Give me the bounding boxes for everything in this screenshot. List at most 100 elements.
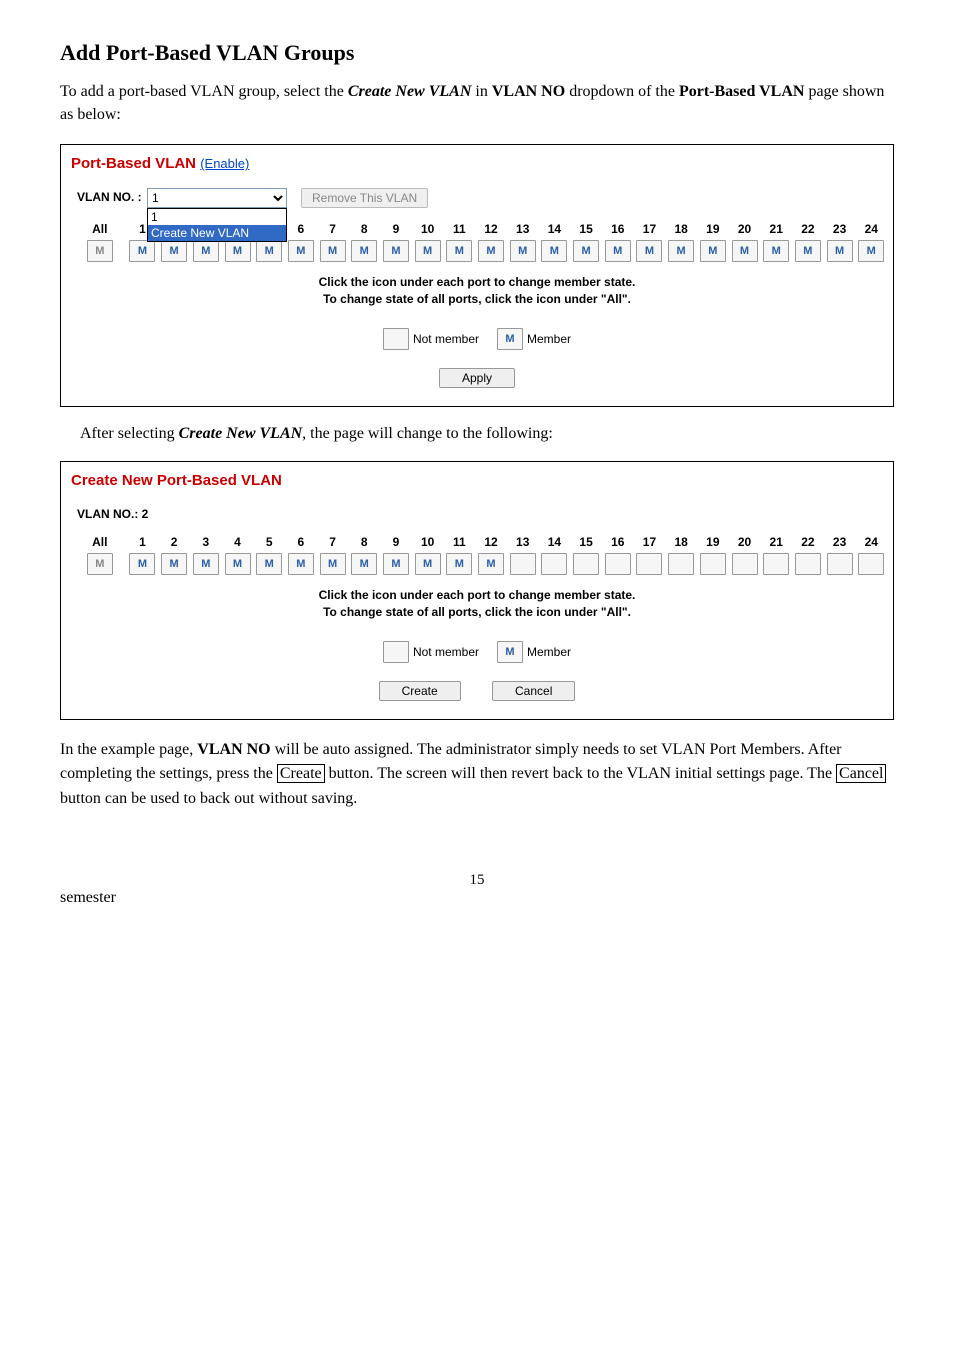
port-toggle[interactable]: M — [351, 553, 377, 575]
port-toggle[interactable]: M — [383, 553, 409, 575]
port-toggle[interactable]: M — [288, 240, 314, 262]
port-header: 20 — [738, 535, 751, 549]
port-toggle[interactable]: M — [541, 240, 567, 262]
port-toggle[interactable]: M — [478, 240, 504, 262]
port-toggle[interactable]: M — [415, 240, 441, 262]
port-toggle[interactable]: M — [320, 553, 346, 575]
port-col: 14 — [541, 535, 569, 575]
port-header: 20 — [738, 222, 751, 236]
cancel-button[interactable]: Cancel — [492, 681, 575, 701]
apply-button[interactable]: Apply — [439, 368, 515, 388]
text: After selecting — [80, 425, 179, 442]
port-toggle-all[interactable]: M — [87, 553, 113, 575]
port-toggle[interactable]: M — [700, 240, 726, 262]
intro-paragraph: To add a port-based VLAN group, select t… — [60, 80, 894, 126]
port-toggle[interactable]: M — [225, 240, 251, 262]
port-col: 23 — [826, 535, 854, 575]
port-toggle[interactable] — [858, 553, 884, 575]
port-header: 8 — [361, 535, 368, 549]
port-toggle[interactable] — [541, 553, 567, 575]
port-toggle[interactable] — [605, 553, 631, 575]
dropdown-option-1[interactable]: 1 — [148, 209, 286, 225]
port-header: 21 — [770, 535, 783, 549]
port-header-all: All — [92, 222, 107, 236]
port-toggle[interactable] — [668, 553, 694, 575]
port-toggle[interactable]: M — [510, 240, 536, 262]
dropdown-option-create[interactable]: Create New VLAN — [148, 225, 286, 241]
port-toggle[interactable]: M — [795, 240, 821, 262]
port-toggle[interactable]: M — [288, 553, 314, 575]
port-toggle[interactable]: M — [161, 553, 187, 575]
port-col: 9M — [382, 535, 410, 575]
port-toggle[interactable] — [636, 553, 662, 575]
port-toggle[interactable]: M — [129, 240, 155, 262]
text: , the page will change to the following: — [302, 425, 553, 442]
legend: M Not member M Member — [69, 328, 885, 350]
port-toggle[interactable]: M — [573, 240, 599, 262]
port-toggle-all[interactable]: M — [87, 240, 113, 262]
panel-title: Port-Based VLAN (Enable) — [71, 155, 885, 172]
port-toggle[interactable]: M — [446, 553, 472, 575]
port-header: 12 — [484, 222, 497, 236]
port-col: 10M — [414, 222, 442, 262]
port-col: 12 M — [477, 222, 505, 262]
port-col: 16 — [604, 535, 632, 575]
port-col: 19 — [699, 535, 727, 575]
section-title: Add Port-Based VLAN Groups — [60, 40, 894, 66]
port-toggle[interactable] — [732, 553, 758, 575]
port-toggle[interactable] — [827, 553, 853, 575]
text: To change state of all ports, click the … — [323, 605, 631, 619]
port-header-all: All — [92, 535, 107, 549]
port-header: 24 — [865, 222, 878, 236]
port-col: 1M — [129, 535, 157, 575]
text: To add a port-based VLAN group, select t… — [60, 83, 348, 100]
port-toggle[interactable]: M — [129, 553, 155, 575]
port-toggle[interactable]: M — [605, 240, 631, 262]
vlan-no-label: VLAN NO.: 2 — [77, 505, 148, 521]
port-toggle[interactable]: M — [446, 240, 472, 262]
port-toggle[interactable] — [700, 553, 726, 575]
port-toggle[interactable] — [510, 553, 536, 575]
port-col: 2M — [160, 535, 188, 575]
port-toggle[interactable]: M — [193, 553, 219, 575]
port-toggle[interactable]: M — [636, 240, 662, 262]
port-col-all: All M — [83, 222, 117, 262]
vlan-no-dropdown[interactable]: 1 — [147, 188, 287, 208]
port-toggle[interactable]: M — [161, 240, 187, 262]
port-toggle[interactable]: M — [256, 240, 282, 262]
port-toggle[interactable]: M — [225, 553, 251, 575]
port-toggle[interactable]: M — [827, 240, 853, 262]
port-toggle[interactable]: M — [668, 240, 694, 262]
port-toggle[interactable]: M — [351, 240, 377, 262]
port-toggle[interactable] — [795, 553, 821, 575]
port-toggle[interactable]: M — [320, 240, 346, 262]
member-icon: M — [497, 328, 523, 350]
enable-link[interactable]: (Enable) — [200, 156, 249, 171]
port-toggle[interactable]: M — [858, 240, 884, 262]
port-col: 24 — [857, 535, 885, 575]
page-number: 15 — [60, 872, 894, 889]
port-header: 13 — [516, 535, 529, 549]
port-header: 24 — [865, 535, 878, 549]
create-button[interactable]: Create — [379, 681, 461, 701]
port-toggle[interactable] — [573, 553, 599, 575]
port-toggle[interactable]: M — [478, 553, 504, 575]
port-toggle[interactable]: M — [732, 240, 758, 262]
port-header: 19 — [706, 535, 719, 549]
port-col: 13M — [509, 222, 537, 262]
mid-paragraph: After selecting Create New VLAN, the pag… — [80, 425, 894, 443]
port-col: 15M — [572, 222, 600, 262]
remove-vlan-button[interactable]: Remove This VLAN — [301, 188, 428, 208]
port-header: 6 — [298, 222, 305, 236]
port-grid: AllM1M2M3M4M5M6M7M8M9M10M11M12M131415161… — [83, 535, 885, 575]
port-toggle[interactable]: M — [256, 553, 282, 575]
panel-title: Create New Port-Based VLAN — [71, 472, 885, 489]
port-header: 4 — [234, 535, 241, 549]
port-toggle[interactable] — [763, 553, 789, 575]
port-header: 9 — [393, 535, 400, 549]
port-toggle[interactable]: M — [193, 240, 219, 262]
port-toggle[interactable]: M — [415, 553, 441, 575]
port-toggle[interactable]: M — [383, 240, 409, 262]
port-col: 19M — [699, 222, 727, 262]
port-toggle[interactable]: M — [763, 240, 789, 262]
